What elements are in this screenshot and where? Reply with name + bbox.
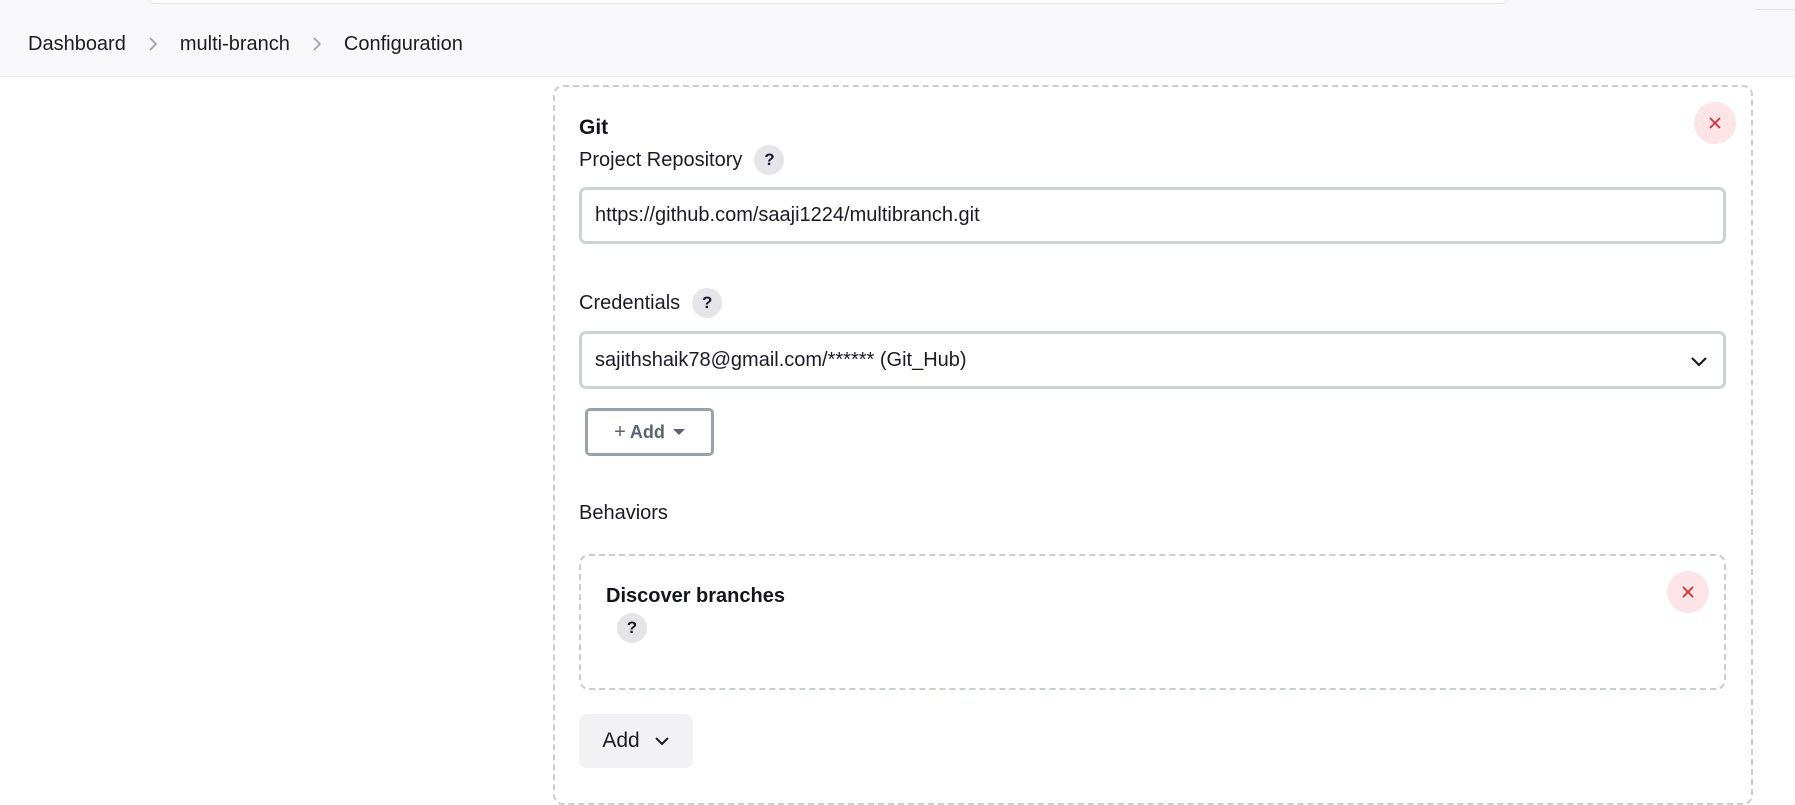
project-repository-label-row: Project Repository ?	[579, 145, 785, 175]
add-credentials-button[interactable]: + Add	[585, 408, 714, 456]
credentials-selected-value: sajithshaik78@gmail.com/****** (Git_Hub)	[595, 348, 967, 371]
chevron-right-icon	[126, 37, 180, 51]
help-icon[interactable]: ?	[692, 288, 723, 318]
behavior-discover-branches-panel	[579, 554, 1726, 690]
breadcrumb: Dashboard multi-branch Configuration	[28, 30, 463, 58]
help-icon[interactable]: ?	[617, 613, 647, 643]
git-section-title: Git	[579, 116, 609, 139]
project-repository-input[interactable]	[579, 187, 1726, 244]
caret-down-icon	[672, 429, 685, 435]
credentials-select[interactable]: sajithshaik78@gmail.com/****** (Git_Hub)	[579, 331, 1726, 389]
window-edge	[1755, 0, 1795, 10]
add-behavior-button[interactable]: Add	[579, 714, 693, 768]
chevron-right-icon	[290, 37, 344, 51]
behaviors-label: Behaviors	[579, 502, 668, 524]
breadcrumb-multi-branch[interactable]: multi-branch	[180, 33, 290, 56]
close-icon	[1682, 586, 1694, 598]
chevron-down-icon	[1691, 357, 1707, 367]
add-behavior-label: Add	[602, 729, 640, 752]
close-icon	[1709, 117, 1721, 129]
plus-icon: +	[614, 420, 626, 443]
chevron-down-icon	[654, 737, 669, 746]
remove-git-source-button[interactable]	[1694, 102, 1736, 144]
remove-discover-branches-button[interactable]	[1667, 571, 1709, 613]
discover-branches-title: Discover branches	[606, 585, 785, 607]
project-repository-label: Project Repository	[579, 148, 743, 171]
breadcrumb-dashboard[interactable]: Dashboard	[28, 33, 126, 56]
breadcrumb-configuration[interactable]: Configuration	[344, 33, 463, 56]
address-bar[interactable]	[148, 0, 1508, 4]
credentials-label-row: Credentials ?	[579, 288, 723, 318]
help-icon[interactable]: ?	[754, 145, 785, 175]
credentials-label: Credentials	[579, 291, 681, 314]
add-credentials-label: Add	[629, 421, 665, 442]
